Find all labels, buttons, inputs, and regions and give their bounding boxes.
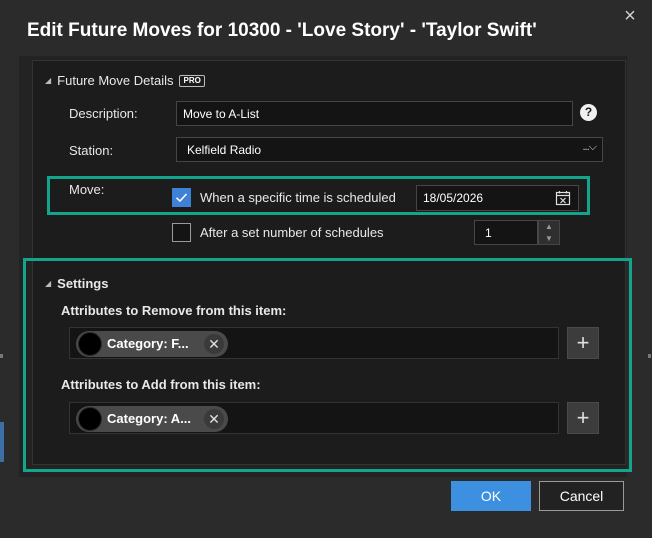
background-edge-left	[0, 344, 5, 462]
edge-mark	[648, 354, 651, 358]
station-value: Kelfield Radio	[187, 142, 262, 157]
schedule-count-label: After a set number of schedules	[200, 225, 384, 240]
attribute-chip-label: Category: F...	[107, 336, 189, 351]
collapse-triangle-icon[interactable]: ◢	[45, 76, 51, 85]
edge-accent	[0, 422, 4, 462]
close-button[interactable]: ×	[620, 6, 640, 26]
settings-header[interactable]: ◢ Settings	[45, 276, 108, 291]
chip-remove-icon[interactable]: ✕	[204, 409, 224, 429]
schedule-count-checkbox[interactable]	[172, 223, 191, 242]
description-input[interactable]: Move to A-List	[176, 101, 573, 126]
help-icon[interactable]: ?	[580, 104, 597, 121]
dialog-title: Edit Future Moves for 10300 - 'Love Stor…	[27, 20, 537, 41]
station-dropdown[interactable]: Kelfield Radio ...⌵	[176, 137, 603, 162]
attribute-chip[interactable]: Category: F... ✕	[76, 331, 228, 357]
future-move-details-title: Future Move Details	[57, 73, 174, 88]
settings-highlight-box	[23, 258, 632, 472]
pro-badge: PRO	[179, 74, 205, 87]
category-color-swatch	[78, 332, 102, 356]
spinner-down-icon[interactable]: ▼	[539, 233, 559, 244]
attribute-chip-label: Category: A...	[107, 411, 192, 426]
cancel-button[interactable]: Cancel	[539, 481, 624, 511]
category-color-swatch	[78, 407, 102, 431]
add-add-attribute-button[interactable]: +	[567, 402, 599, 434]
attributes-remove-label: Attributes to Remove from this item:	[61, 303, 287, 318]
station-label: Station:	[69, 143, 114, 158]
chip-remove-icon[interactable]: ✕	[204, 334, 224, 354]
dropdown-chevron-icon: ...⌵	[582, 141, 596, 153]
scheduled-date-input[interactable]: 18/05/2026	[416, 185, 579, 211]
edge-mark	[0, 354, 3, 358]
scheduled-time-label: When a specific time is scheduled	[200, 190, 396, 205]
attributes-add-field[interactable]: Category: A... ✕	[69, 402, 559, 434]
edit-future-moves-dialog: Edit Future Moves for 10300 - 'Love Stor…	[0, 0, 652, 538]
scheduled-time-checkbox[interactable]	[172, 188, 191, 207]
attributes-add-label: Attributes to Add from this item:	[61, 377, 261, 392]
attribute-chip[interactable]: Category: A... ✕	[76, 406, 228, 432]
future-move-details-header[interactable]: ◢ Future Move Details PRO	[45, 73, 205, 88]
attributes-remove-field[interactable]: Category: F... ✕	[69, 327, 559, 359]
spinner-up-icon[interactable]: ▲	[539, 221, 559, 232]
move-label: Move:	[69, 182, 105, 197]
background-edge-right	[646, 344, 652, 384]
settings-title: Settings	[57, 276, 109, 291]
collapse-triangle-icon[interactable]: ◢	[45, 279, 51, 288]
scheduled-date-value: 18/05/2026	[423, 191, 484, 205]
calendar-icon[interactable]	[555, 190, 571, 206]
add-remove-attribute-button[interactable]: +	[567, 327, 599, 359]
checkmark-icon	[175, 193, 188, 203]
schedule-count-spinner[interactable]: ▲ ▼	[538, 220, 560, 245]
schedule-count-input[interactable]: 1	[474, 220, 538, 245]
ok-button[interactable]: OK	[451, 481, 531, 511]
description-label: Description:	[69, 106, 138, 121]
